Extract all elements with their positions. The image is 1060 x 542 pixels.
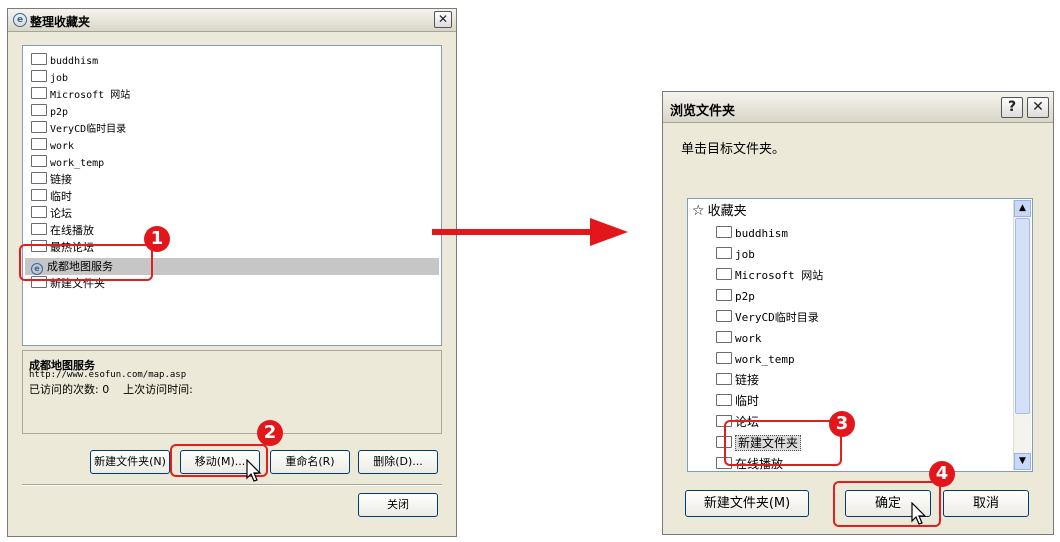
callout-box-1 bbox=[19, 244, 153, 281]
instruction-text: 单击目标文件夹。 bbox=[681, 142, 786, 157]
title-bar: e 整理收藏夹 ✕ bbox=[8, 9, 456, 32]
folder-icon bbox=[31, 206, 47, 218]
list-item[interactable]: Microsoft 网站 bbox=[31, 86, 130, 103]
folder-icon bbox=[716, 352, 732, 364]
folder-icon bbox=[31, 155, 47, 167]
browse-folder-dialog: 浏览文件夹 ? ✕ 单击目标文件夹。 ☆ 收藏夹 buddhism job Mic… bbox=[662, 91, 1054, 535]
info-url: http://www.esofun.com/map.asp bbox=[29, 370, 187, 380]
folder-icon bbox=[31, 87, 47, 99]
folder-icon bbox=[716, 373, 732, 385]
tree-item[interactable]: p2p bbox=[716, 288, 755, 305]
folder-icon bbox=[716, 394, 732, 406]
new-folder-button[interactable]: 新建文件夹(N) bbox=[90, 450, 170, 474]
ie-icon: e bbox=[13, 13, 27, 27]
tree-item[interactable]: 临时 bbox=[716, 393, 759, 410]
list-item[interactable]: 在线播放 bbox=[31, 222, 94, 239]
callout-badge-1: 1 bbox=[144, 226, 170, 252]
callout-badge-4: 4 bbox=[929, 461, 955, 487]
folder-icon bbox=[31, 172, 47, 184]
favorites-list[interactable]: buddhism job Microsoft 网站 p2p VeryCD临时目录… bbox=[22, 45, 442, 346]
star-icon: ☆ bbox=[692, 203, 705, 219]
callout-badge-3: 3 bbox=[829, 411, 855, 437]
tree-root[interactable]: ☆ 收藏夹 bbox=[692, 203, 747, 220]
tree-item[interactable]: 链接 bbox=[716, 372, 759, 389]
rename-button[interactable]: 重命名(R) bbox=[270, 450, 350, 474]
help-icon[interactable]: ? bbox=[1001, 97, 1023, 118]
folder-icon bbox=[31, 70, 47, 82]
list-item[interactable]: VeryCD临时目录 bbox=[31, 120, 126, 137]
list-item[interactable]: buddhism bbox=[31, 52, 98, 69]
arrow-right-icon bbox=[432, 218, 628, 246]
close-icon[interactable]: ✕ bbox=[434, 11, 452, 28]
scrollbar[interactable]: ▲ ▼ bbox=[1013, 200, 1031, 470]
scroll-thumb[interactable] bbox=[1015, 218, 1030, 414]
tree-item[interactable]: work_temp bbox=[716, 351, 795, 368]
dialog-title: 整理收藏夹 bbox=[30, 15, 91, 29]
tree-item[interactable]: Microsoft 网站 bbox=[716, 267, 823, 284]
folder-icon bbox=[31, 189, 47, 201]
list-item[interactable]: 论坛 bbox=[31, 205, 72, 222]
tree-item[interactable]: job bbox=[716, 246, 755, 263]
list-item[interactable]: 链接 bbox=[31, 171, 72, 188]
mouse-cursor-icon bbox=[246, 459, 262, 482]
callout-box-3 bbox=[724, 420, 842, 466]
info-visits: 已访问的次数: 0 上次访问时间: bbox=[29, 383, 193, 396]
title-bar: 浏览文件夹 ? ✕ bbox=[663, 92, 1053, 123]
scroll-down-button[interactable]: ▼ bbox=[1014, 453, 1031, 470]
folder-icon bbox=[716, 268, 732, 280]
new-folder-button[interactable]: 新建文件夹(M) bbox=[685, 490, 809, 517]
mouse-cursor-icon bbox=[911, 502, 927, 525]
close-button[interactable]: 关闭 bbox=[358, 493, 438, 517]
divider bbox=[22, 484, 442, 486]
folder-icon bbox=[716, 331, 732, 343]
folder-icon bbox=[31, 223, 47, 235]
folder-icon bbox=[716, 226, 732, 238]
delete-button[interactable]: 删除(D)... bbox=[358, 450, 438, 474]
cancel-button[interactable]: 取消 bbox=[943, 490, 1029, 517]
folder-icon bbox=[31, 104, 47, 116]
folder-icon bbox=[31, 138, 47, 150]
list-item[interactable]: job bbox=[31, 69, 68, 86]
dialog-title: 浏览文件夹 bbox=[670, 104, 736, 119]
tree-item[interactable]: buddhism bbox=[716, 225, 788, 242]
info-panel: 成都地图服务 http://www.esofun.com/map.asp 已访问… bbox=[22, 350, 442, 434]
folder-icon bbox=[31, 121, 47, 133]
list-item[interactable]: 临时 bbox=[31, 188, 72, 205]
list-item[interactable]: work bbox=[31, 137, 74, 154]
tree-item[interactable]: VeryCD临时目录 bbox=[716, 309, 819, 326]
folder-icon bbox=[716, 289, 732, 301]
scroll-up-button[interactable]: ▲ bbox=[1014, 200, 1031, 217]
tree-item[interactable]: work bbox=[716, 330, 762, 347]
folder-icon bbox=[716, 247, 732, 259]
list-item[interactable]: p2p bbox=[31, 103, 68, 120]
list-item[interactable]: work_temp bbox=[31, 154, 104, 171]
folder-icon bbox=[716, 310, 732, 322]
folder-icon bbox=[31, 53, 47, 65]
callout-badge-2: 2 bbox=[257, 420, 283, 446]
close-icon[interactable]: ✕ bbox=[1027, 97, 1049, 118]
